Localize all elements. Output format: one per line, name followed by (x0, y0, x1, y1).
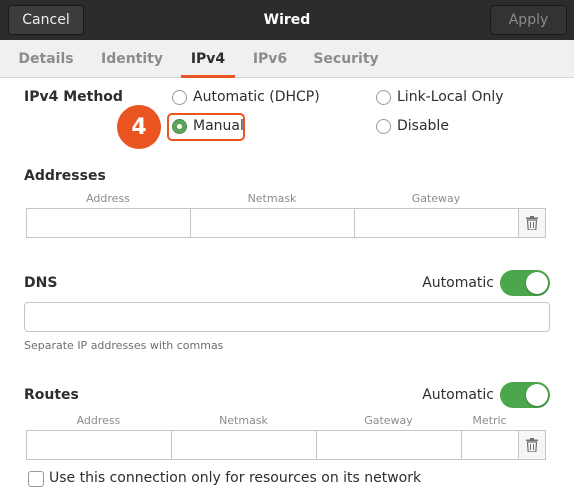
routes-automatic-label: Automatic (422, 387, 494, 403)
radio-link-local-only[interactable]: Link-Local Only (376, 89, 504, 105)
route-address-input[interactable] (26, 430, 172, 460)
route-metric-input[interactable] (461, 430, 519, 460)
tab-details[interactable]: Details (10, 40, 82, 78)
netmask-input[interactable] (190, 208, 355, 238)
addresses-col-address: Address (86, 192, 130, 205)
radio-circle[interactable] (172, 89, 187, 105)
trash-icon (526, 216, 538, 230)
delete-route-button[interactable] (518, 430, 546, 460)
addresses-col-netmask: Netmask (247, 192, 297, 205)
tab-ipv4[interactable]: IPv4 (181, 40, 235, 78)
radio-circle[interactable] (376, 89, 391, 105)
radio-circle-checked[interactable] (172, 118, 187, 134)
radio-disable[interactable]: Disable (376, 118, 449, 134)
radio-label: Automatic (DHCP) (193, 89, 320, 105)
tab-security[interactable]: Security (307, 40, 385, 78)
routes-col-netmask: Netmask (219, 414, 268, 427)
routes-col-metric: Metric (472, 414, 507, 427)
apply-button[interactable]: Apply (490, 5, 567, 35)
trash-icon (526, 438, 538, 452)
dns-label: DNS (24, 275, 58, 291)
route-gateway-input[interactable] (316, 430, 462, 460)
only-local-network-checkbox[interactable] (28, 471, 44, 487)
delete-address-button[interactable] (518, 208, 546, 238)
header-bar (0, 0, 574, 40)
address-input[interactable] (26, 208, 191, 238)
addresses-label: Addresses (24, 168, 106, 184)
radio-label: Disable (397, 118, 449, 134)
radio-manual[interactable]: Manual (172, 118, 244, 134)
dns-input[interactable] (24, 302, 550, 332)
radio-circle[interactable] (376, 118, 391, 134)
dns-hint: Separate IP addresses with commas (24, 339, 224, 352)
addresses-col-gateway: Gateway (411, 192, 461, 205)
tab-ipv6[interactable]: IPv6 (246, 40, 294, 78)
dns-automatic-label: Automatic (422, 275, 494, 291)
routes-label: Routes (24, 387, 79, 403)
routes-automatic-switch[interactable] (500, 382, 550, 408)
routes-col-address: Address (76, 414, 121, 427)
gateway-input[interactable] (354, 208, 519, 238)
cancel-button[interactable]: Cancel (8, 5, 84, 35)
radio-automatic-dhcp[interactable]: Automatic (DHCP) (172, 89, 320, 105)
tab-identity[interactable]: Identity (94, 40, 170, 78)
radio-label: Link-Local Only (397, 89, 504, 105)
only-local-network-label: Use this connection only for resources o… (49, 470, 422, 486)
dns-automatic-switch[interactable] (500, 270, 550, 296)
routes-col-gateway: Gateway (364, 414, 413, 427)
radio-label: Manual (193, 118, 244, 134)
ipv4-method-label: IPv4 Method (24, 89, 123, 105)
route-netmask-input[interactable] (171, 430, 317, 460)
step-number-badge: 4 (117, 105, 161, 149)
